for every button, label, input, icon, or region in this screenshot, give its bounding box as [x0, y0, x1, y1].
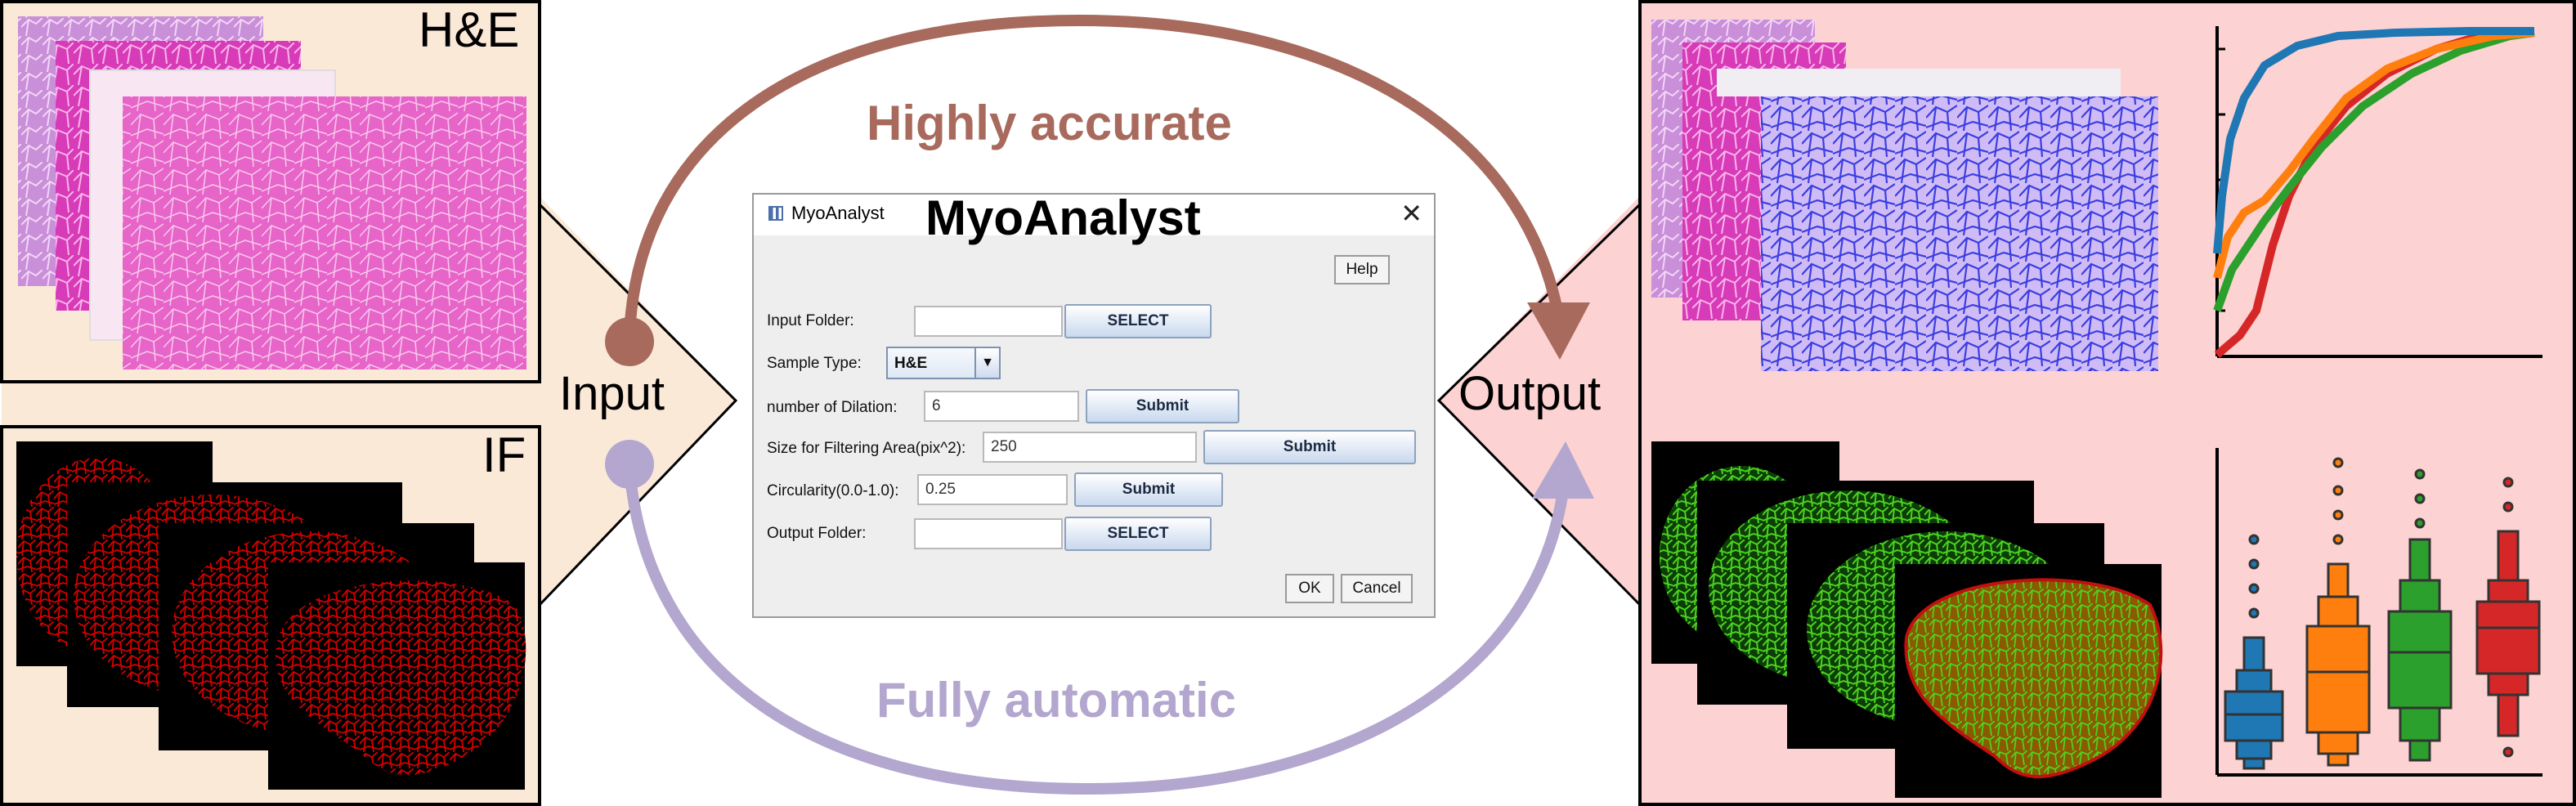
output-folder-select-button[interactable]: SELECT: [1064, 517, 1212, 551]
circularity-field[interactable]: 0.25: [917, 474, 1068, 505]
circularity-submit-button[interactable]: Submit: [1074, 472, 1223, 507]
dilation-field[interactable]: 6: [924, 391, 1079, 422]
sample-type-select[interactable]: H&E ▼: [886, 347, 1001, 379]
myoanalyst-dialog: MyoAnalyst MyoAnalyst ✕ Help Input Folde…: [752, 190, 1436, 618]
boxen-red: [2475, 477, 2541, 758]
output-folder-label: Output Folder:: [767, 525, 867, 542]
dialog-titlebar: MyoAnalyst MyoAnalyst ✕: [754, 190, 1434, 245]
app-icon: [768, 206, 783, 221]
boxen-green: [2387, 468, 2453, 762]
boxen-orange: [2305, 457, 2371, 767]
dilation-submit-button[interactable]: Submit: [1086, 389, 1239, 423]
chevron-down-icon: ▼: [974, 348, 999, 378]
bottom-arc-text: Fully automatic: [876, 673, 1237, 728]
output-folder-field[interactable]: [914, 518, 1063, 549]
circularity-label: Circularity(0.0-1.0):: [767, 482, 899, 499]
cancel-button[interactable]: Cancel: [1341, 574, 1413, 603]
overlay-title: MyoAnalyst: [925, 190, 1201, 245]
ok-button[interactable]: OK: [1285, 574, 1334, 603]
close-icon[interactable]: ✕: [1400, 198, 1422, 229]
help-button[interactable]: Help: [1334, 255, 1390, 284]
input-folder-field[interactable]: [914, 306, 1063, 337]
filter-area-submit-button[interactable]: Submit: [1203, 430, 1416, 464]
he-output-slide-4: [1761, 96, 2158, 371]
window-title: MyoAnalyst: [791, 203, 885, 223]
sample-type-value: H&E: [894, 355, 928, 372]
top-arc-text: Highly accurate: [867, 96, 1232, 150]
cdf-plot: [2213, 26, 2542, 358]
filter-area-field[interactable]: 250: [983, 432, 1197, 463]
dilation-label: number of Dilation:: [767, 399, 898, 416]
sample-type-label: Sample Type:: [767, 355, 862, 372]
output-label: Output: [1458, 367, 1602, 420]
boxen-blue: [2224, 534, 2284, 770]
input-folder-select-button[interactable]: SELECT: [1064, 304, 1212, 338]
boxen-plot: [2215, 448, 2542, 777]
input-folder-label: Input Folder:: [767, 312, 854, 329]
he-output-slide-3: [1717, 69, 2121, 96]
filter-area-label: Size for Filtering Area(pix^2):: [767, 440, 966, 457]
input-label: Input: [559, 367, 665, 420]
